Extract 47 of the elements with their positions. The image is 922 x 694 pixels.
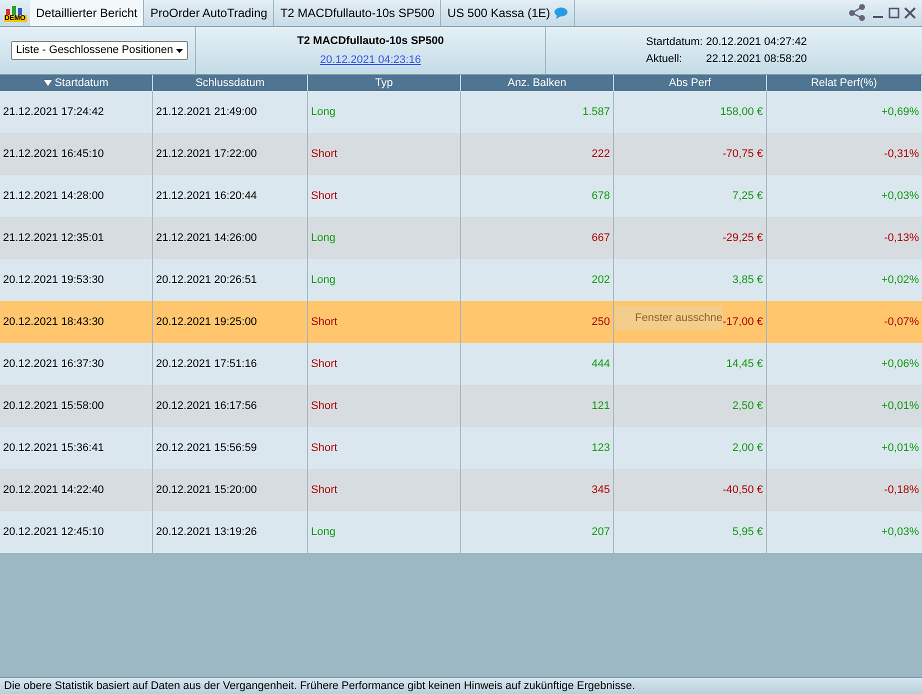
- list-dropdown[interactable]: Liste - Geschlossene Positionen: [11, 41, 188, 60]
- start-value: 20.12.2021 04:27:42: [706, 34, 807, 50]
- table-row[interactable]: 20.12.2021 14:22:40 20.12.2021 15:20:00 Short 345 -40,50 € -0,18%: [0, 469, 922, 511]
- table-cell-text: +0,69%: [880, 104, 920, 120]
- bar-chart-icon: [5, 4, 25, 14]
- table-cell: 20.12.2021 13:19:26: [153, 511, 308, 553]
- table-cell: Long: [308, 511, 461, 553]
- table-row[interactable]: 20.12.2021 15:58:00 20.12.2021 16:17:56 Short 121 2,50 € +0,01%: [0, 385, 922, 427]
- table-cell-text: +0,01%: [880, 440, 920, 456]
- table-cell-text: +0,02%: [880, 272, 920, 288]
- table-cell-text: -0,31%: [883, 146, 920, 162]
- table-row[interactable]: 20.12.2021 19:53:30 20.12.2021 20:26:51 Long 202 3,85 € +0,02%: [0, 259, 922, 301]
- speech-bubble-icon: [554, 7, 568, 19]
- table-cell-text: -0,18%: [883, 482, 920, 498]
- table-cell-text: +0,06%: [880, 356, 920, 372]
- current-label: Aktuell:: [646, 52, 684, 67]
- status-bar: Die obere Statistik basiert auf Daten aus der Vergangenheit. Frühere Performance gibt keinen Hinweis auf zukünftige Ergebnisse.: [0, 677, 922, 694]
- tab[interactable]: US 500 Kassa (1E): [441, 0, 576, 26]
- tab[interactable]: T2 MACDfullauto-10s SP500: [274, 0, 442, 26]
- maximize-icon[interactable]: [888, 7, 900, 19]
- table-row[interactable]: 20.12.2021 16:37:30 20.12.2021 17:51:16 Short 444 14,45 € +0,06%: [0, 343, 922, 385]
- share-icon[interactable]: [848, 4, 868, 22]
- table-row[interactable]: 21.12.2021 16:45:10 21.12.2021 17:22:00 Short 222 -70,75 € -0,31%: [0, 133, 922, 175]
- sort-down-icon: [44, 80, 52, 86]
- table-row[interactable]: 20.12.2021 15:36:41 20.12.2021 15:56:59 Short 123 2,00 € +0,01%: [0, 427, 922, 469]
- system-name: T2 MACDfullauto-10s SP500: [297, 34, 444, 49]
- start-label: Startdatum:: [646, 34, 704, 50]
- caret-icon: [176, 48, 184, 52]
- table-row[interactable]: 20.12.2021 12:45:10 20.12.2021 13:19:26 Long 207 5,95 € +0,03%: [0, 511, 922, 553]
- table-cell-text: +0,03%: [880, 188, 920, 204]
- current-value: 22.12.2021 08:58:20: [706, 52, 807, 67]
- table-cell: 5,95 €: [614, 511, 767, 553]
- system-date-link[interactable]: 20.12.2021 04:23:16: [320, 52, 421, 68]
- table-row[interactable]: 21.12.2021 12:35:01 21.12.2021 14:26:00 Long 667 -29,25 € -0,13%: [0, 217, 922, 259]
- tooltip: Fenster ausschne: [615, 306, 723, 330]
- table-row[interactable]: 20.12.2021 18:43:30 20.12.2021 19:25:00 Short 250 Fenster ausschne-17,00 € -0,07%: [0, 301, 922, 343]
- table-cell-text: -0,07%: [883, 314, 920, 330]
- table-row[interactable]: 21.12.2021 14:28:00 21.12.2021 16:20:44 Short 678 7,25 € +0,03%: [0, 175, 922, 217]
- tab[interactable]: Detaillierter Bericht: [30, 0, 144, 26]
- table-cell-text: -0,13%: [883, 230, 920, 246]
- table-cell: 20.12.2021 12:45:10: [0, 511, 153, 553]
- table-cell-text: +0,01%: [880, 398, 920, 414]
- tab[interactable]: ProOrder AutoTrading: [144, 0, 274, 26]
- table-cell-text: +0,03%: [880, 524, 920, 540]
- table-row[interactable]: 21.12.2021 17:24:42 21.12.2021 21:49:00 Long 1.587 158,00 € +0,69%: [0, 91, 922, 133]
- table-cell: 207: [461, 511, 614, 553]
- close-icon[interactable]: [904, 7, 916, 19]
